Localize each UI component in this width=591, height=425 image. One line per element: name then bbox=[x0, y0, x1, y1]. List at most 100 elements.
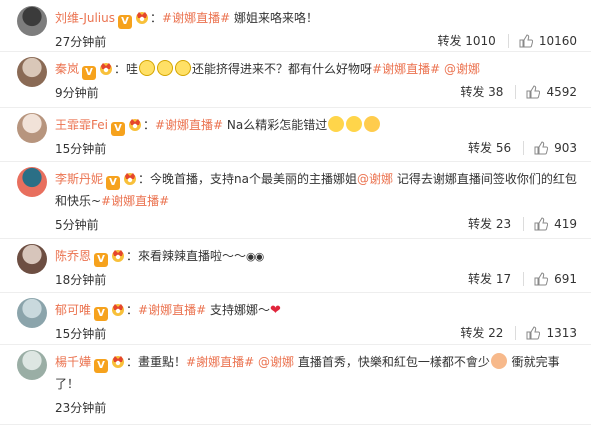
comment-text: 王霏霏Fei V ：#谢娜直播# Na么精彩怎能错过 bbox=[55, 114, 577, 136]
repost-button[interactable]: 转发 38 bbox=[460, 83, 503, 100]
heart-emoji: ❤ bbox=[269, 303, 281, 318]
colon-separator: ： bbox=[114, 62, 127, 76]
avatar[interactable] bbox=[17, 350, 47, 380]
comment-text-segment: 娜姐来咯来咯！ bbox=[230, 11, 318, 25]
divider bbox=[523, 140, 525, 155]
divider bbox=[507, 33, 509, 48]
comment-text: 郁可唯 V ：#谢娜直播# 支持娜娜～❤ bbox=[55, 299, 577, 322]
like-count: 903 bbox=[554, 140, 577, 155]
vip-crown-icon bbox=[98, 60, 114, 75]
like-button[interactable]: 10160 bbox=[519, 34, 577, 48]
user-name-link[interactable]: 楊千嬅 bbox=[55, 355, 91, 369]
repost-button[interactable]: 转发 17 bbox=[468, 270, 511, 287]
comment-text-segment: 直播首秀，快樂和紅包一樣都不會少 bbox=[294, 355, 490, 369]
comment-item: 秦岚 V ：哇 还能挤得进来不？都有什么好物呀#谢娜直播# @谢娜 9分钟前 转发 38 4… bbox=[0, 51, 591, 108]
comment-actions: 转发 17 691 bbox=[468, 270, 577, 287]
comment-text-segment: 哇 bbox=[126, 62, 139, 76]
comment-actions: 转发 22 1313 bbox=[460, 324, 577, 341]
comment-time: 15分钟前 bbox=[55, 142, 107, 156]
dizzy-emoji bbox=[139, 60, 156, 76]
comment-body: 王霏霏Fei V ：#谢娜直播# Na么精彩怎能错过 bbox=[55, 114, 577, 136]
divider bbox=[523, 271, 525, 286]
like-count: 4592 bbox=[546, 84, 577, 99]
comment-actions: 转发 23 419 bbox=[468, 215, 577, 232]
comment-list: 刘维-Julius V ：#谢娜直播# 娜姐来咯来咯！ 27分钟前 转发 1010 101… bbox=[0, 0, 591, 425]
vip-crown-icon bbox=[110, 301, 126, 316]
verified-badge-icon: V bbox=[94, 253, 109, 267]
comment-body: 秦岚 V ：哇 还能挤得进来不？都有什么好物呀#谢娜直播# @谢娜 bbox=[55, 58, 577, 80]
mention-link[interactable]: @谢娜 bbox=[258, 355, 294, 369]
avatar[interactable] bbox=[17, 113, 47, 143]
vip-crown-icon bbox=[122, 170, 138, 185]
comment-item: 楊千嬅 V ：畫重點！#謝娜直播# @谢娜 直播首秀，快樂和紅包一樣都不會少 衝就完… bbox=[0, 344, 591, 425]
repost-button[interactable]: 转发 1010 bbox=[437, 32, 495, 49]
like-button[interactable]: 691 bbox=[534, 272, 577, 286]
like-button[interactable]: 4592 bbox=[526, 85, 577, 99]
topic-link[interactable]: #谢娜直播# bbox=[155, 118, 223, 132]
comment-body: 刘维-Julius V ：#谢娜直播# 娜姐来咯来咯！ bbox=[55, 7, 577, 29]
comment-text: 楊千嬅 V ：畫重點！#謝娜直播# @谢娜 直播首秀，快樂和紅包一樣都不會少 衝就完… bbox=[55, 351, 577, 395]
muscle-emoji bbox=[490, 353, 507, 369]
comment-body: 郁可唯 V ：#谢娜直播# 支持娜娜～❤ bbox=[55, 299, 577, 322]
avatar[interactable] bbox=[17, 244, 47, 274]
user-name-link[interactable]: 王霏霏Fei bbox=[55, 118, 108, 132]
colon-separator: ： bbox=[142, 118, 155, 132]
colon-separator: ： bbox=[126, 303, 139, 317]
comment-actions: 转发 38 4592 bbox=[460, 83, 577, 100]
user-name-link[interactable]: 秦岚 bbox=[55, 62, 79, 76]
thumbs-up-icon bbox=[526, 325, 541, 340]
like-button[interactable]: 1313 bbox=[526, 326, 577, 340]
blush-emoji bbox=[364, 116, 381, 132]
comment-text-segment: 支持娜娜～ bbox=[206, 303, 270, 317]
colon-separator: ： bbox=[126, 355, 139, 369]
comment-item: 刘维-Julius V ：#谢娜直播# 娜姐来咯来咯！ 27分钟前 转发 1010 101… bbox=[0, 0, 591, 52]
topic-link[interactable]: #谢娜直播# bbox=[138, 303, 206, 317]
topic-link[interactable]: #谢娜直播# bbox=[162, 11, 230, 25]
like-count: 1313 bbox=[546, 325, 577, 340]
like-button[interactable]: 903 bbox=[534, 141, 577, 155]
topic-link[interactable]: #謝娜直播# bbox=[186, 355, 254, 369]
comment-text-segment: 还能挤得进来不？都有什么好物呀 bbox=[192, 62, 373, 76]
like-button[interactable]: 419 bbox=[534, 217, 577, 231]
comment-time: 9分钟前 bbox=[55, 86, 99, 100]
like-count: 691 bbox=[554, 271, 577, 286]
colon-separator: ： bbox=[126, 249, 139, 263]
avatar[interactable] bbox=[17, 167, 47, 197]
repost-button[interactable]: 转发 56 bbox=[468, 139, 511, 156]
user-name-link[interactable]: 李斯丹妮 bbox=[55, 172, 103, 186]
comment-time: 23分钟前 bbox=[55, 401, 107, 415]
repost-button[interactable]: 转发 22 bbox=[460, 324, 503, 341]
eyes-emoji: ◉◉ bbox=[246, 250, 264, 263]
like-count: 10160 bbox=[538, 33, 577, 48]
user-name-link[interactable]: 刘维-Julius bbox=[55, 11, 115, 25]
thumbs-up-icon bbox=[519, 33, 533, 48]
comment-item: 李斯丹妮 V ：今晚首播，支持na个最美丽的主播娜姐@谢娜 记得去谢娜直播间签收你们… bbox=[0, 161, 591, 239]
comment-text: 李斯丹妮 V ：今晚首播，支持na个最美丽的主播娜姐@谢娜 记得去谢娜直播间签收你们… bbox=[55, 168, 577, 212]
comment-text: 陈乔恩 V ：來看辣辣直播啦～～◉◉ bbox=[55, 245, 577, 268]
comment-text: 秦岚 V ：哇 还能挤得进来不？都有什么好物呀#谢娜直播# @谢娜 bbox=[55, 58, 577, 80]
avatar[interactable] bbox=[17, 298, 47, 328]
comment-item: 郁可唯 V ：#谢娜直播# 支持娜娜～❤ 15分钟前 转发 22 1313 bbox=[0, 292, 591, 345]
vip-crown-icon bbox=[110, 353, 126, 368]
verified-badge-icon: V bbox=[106, 176, 121, 190]
mention-link[interactable]: @谢娜 bbox=[444, 62, 480, 76]
comment-time: 5分钟前 bbox=[55, 218, 99, 232]
avatar[interactable] bbox=[17, 6, 47, 36]
comment-body: 陈乔恩 V ：來看辣辣直播啦～～◉◉ bbox=[55, 245, 577, 268]
user-name-link[interactable]: 郁可唯 bbox=[55, 303, 91, 317]
comment-text-segment: Na么精彩怎能错过 bbox=[223, 118, 328, 132]
comment-text-segment: 今晚首播，支持na个最美丽的主播娜姐 bbox=[150, 172, 357, 186]
divider bbox=[523, 216, 525, 231]
mention-link[interactable]: @谢娜 bbox=[357, 172, 393, 186]
topic-link[interactable]: #谢娜直播# bbox=[372, 62, 440, 76]
comment-item: 王霏霏Fei V ：#谢娜直播# Na么精彩怎能错过 15分钟前 转发 56 903 bbox=[0, 107, 591, 162]
topic-link[interactable]: #谢娜直播# bbox=[101, 194, 169, 208]
vip-crown-icon bbox=[127, 116, 143, 131]
user-name-link[interactable]: 陈乔恩 bbox=[55, 249, 91, 263]
comment-body: 李斯丹妮 V ：今晚首播，支持na个最美丽的主播娜姐@谢娜 记得去谢娜直播间签收你们… bbox=[55, 168, 577, 212]
comment-time: 27分钟前 bbox=[55, 35, 107, 49]
dizzy-emoji bbox=[175, 60, 192, 76]
avatar[interactable] bbox=[17, 57, 47, 87]
verified-badge-icon: V bbox=[94, 359, 109, 373]
repost-button[interactable]: 转发 23 bbox=[468, 215, 511, 232]
